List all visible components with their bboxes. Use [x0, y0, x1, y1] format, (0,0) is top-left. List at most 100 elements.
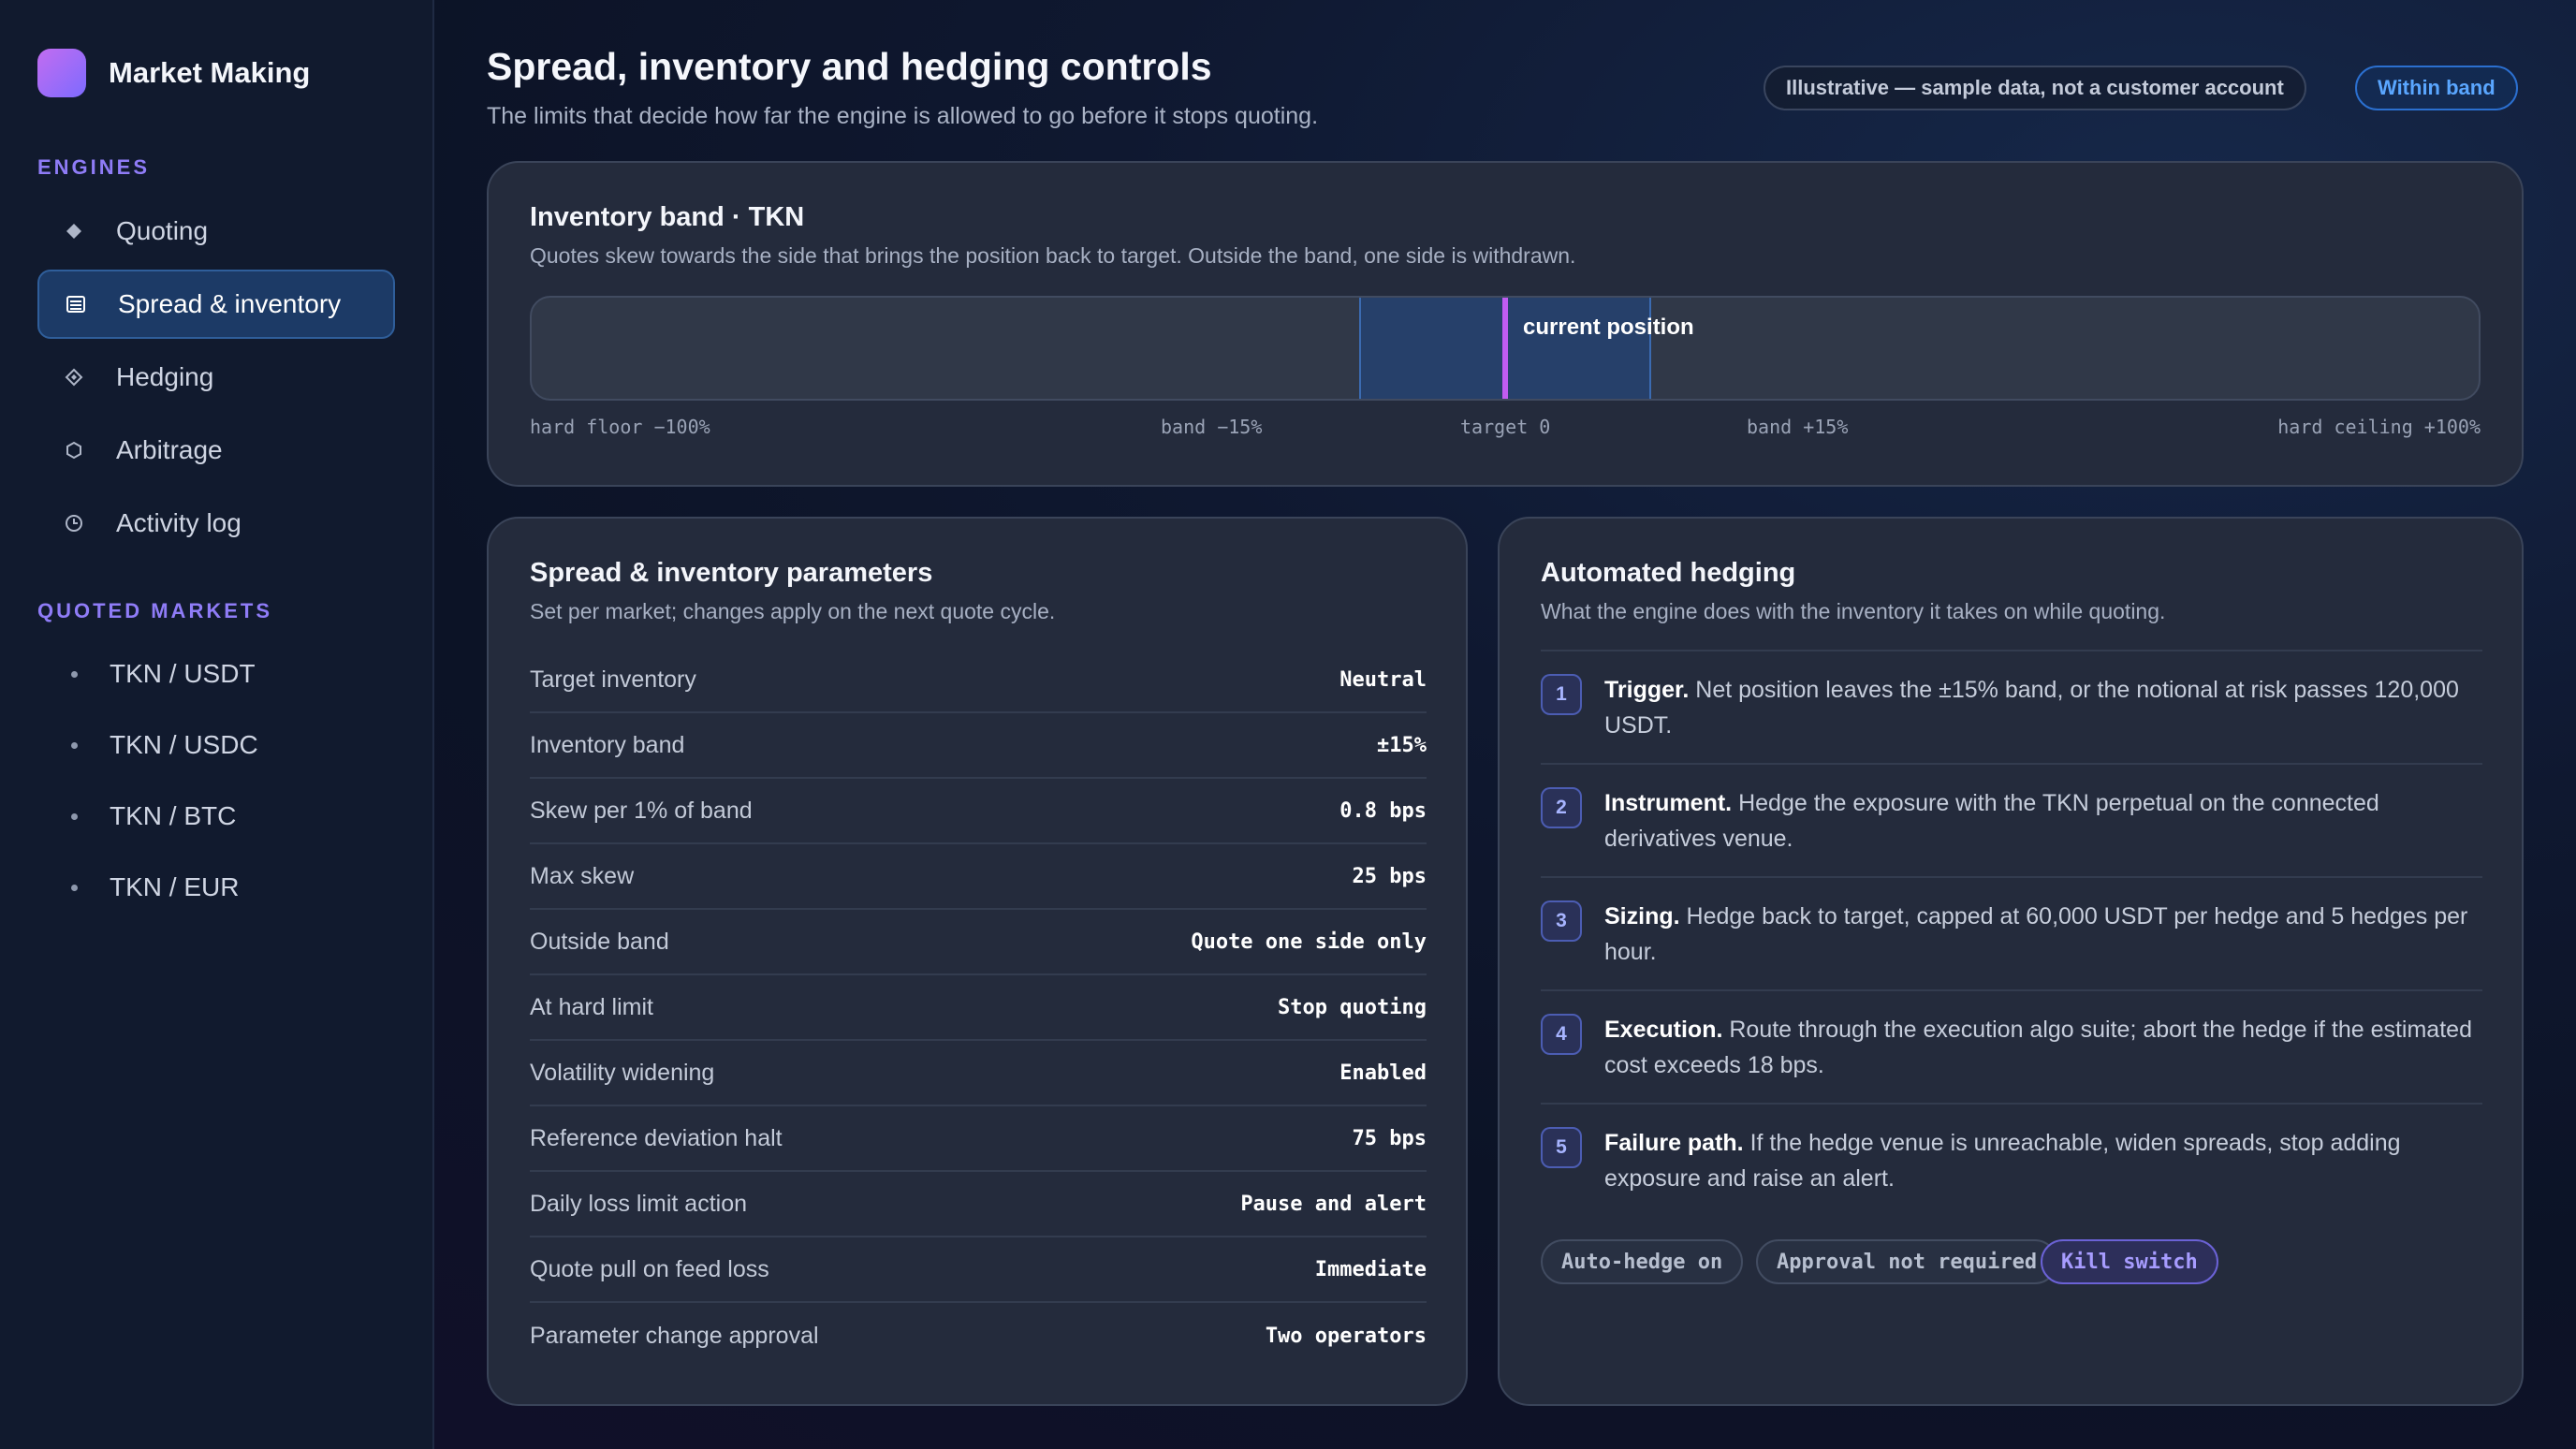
sidebar-item-label: TKN / USDC	[110, 730, 258, 759]
sidebar-item-arbitrage[interactable]: Arbitrage	[37, 416, 395, 485]
band-tick-band-high: band +15%	[1747, 416, 1849, 438]
param-label: Quote pull on feed loss	[530, 1255, 769, 1282]
step-body: Hedge back to target, capped at 60,000 U…	[1604, 903, 2468, 965]
param-value: Immediate	[1314, 1257, 1427, 1281]
step-heading: Failure path.	[1604, 1130, 1744, 1156]
parameters-card: Spread & inventory parameters Set per ma…	[487, 517, 1468, 1406]
sidebar-item-label: Hedging	[116, 362, 214, 391]
step-body: Route through the execution algo suite; …	[1604, 1017, 2472, 1078]
band-tick-target: target 0	[1460, 416, 1551, 438]
param-label: Volatility widening	[530, 1059, 715, 1086]
sidebar-item-market[interactable]: TKN / USDC	[37, 710, 395, 780]
hedging-step: 2 Instrument. Hedge the exposure with th…	[1541, 763, 2482, 856]
param-row-target-inventory: Target inventory Neutral	[530, 648, 1427, 713]
param-value: Stop quoting	[1278, 995, 1427, 1019]
inventory-band-card: Inventory band · TKN Quotes skew towards…	[487, 161, 2524, 487]
sidebar-item-label: TKN / USDT	[110, 659, 256, 688]
inventory-band-title: Inventory band · TKN	[530, 202, 805, 232]
param-value: Quote one side only	[1191, 929, 1427, 954]
sidebar-item-label: Quoting	[116, 216, 209, 245]
band-tick-ceiling: hard ceiling +100%	[2277, 416, 2481, 438]
step-text: Failure path. If the hedge venue is unre…	[1604, 1125, 2482, 1196]
param-row-daily-loss-limit: Daily loss limit action Pause and alert	[530, 1172, 1427, 1237]
auto-hedge-tag[interactable]: Auto-hedge on	[1541, 1239, 1744, 1284]
param-label: Daily loss limit action	[530, 1190, 748, 1217]
sidebar-item-quoting[interactable]: Quoting	[37, 197, 395, 266]
param-value: Pause and alert	[1240, 1192, 1427, 1216]
bullet-icon	[71, 812, 78, 820]
parameters-subtitle: Set per market; changes apply on the nex…	[530, 599, 1056, 623]
quoted-markets-section-label: QUOTED MARKETS	[37, 599, 272, 622]
bullet-icon	[71, 670, 78, 678]
step-number-badge: 1	[1541, 674, 1582, 715]
current-position-marker	[1502, 298, 1508, 399]
step-heading: Trigger.	[1604, 677, 1690, 703]
kill-switch-button[interactable]: Kill switch	[2041, 1239, 2218, 1284]
list-icon	[66, 294, 86, 315]
param-row-skew-per-band: Skew per 1% of band 0.8 bps	[530, 779, 1427, 844]
parameters-title: Spread & inventory parameters	[530, 558, 933, 588]
clock-icon	[64, 513, 84, 534]
band-tick-floor: hard floor −100%	[530, 416, 710, 438]
param-label: Reference deviation halt	[530, 1124, 783, 1151]
param-label: Target inventory	[530, 666, 696, 693]
step-text: Trigger. Net position leaves the ±15% ba…	[1604, 672, 2482, 743]
band-tick-band-low: band −15%	[1161, 416, 1263, 438]
param-row-quote-pull: Quote pull on feed loss Immediate	[530, 1237, 1427, 1303]
sidebar-item-spread-inventory[interactable]: Spread & inventory	[37, 270, 395, 339]
step-text: Instrument. Hedge the exposure with the …	[1604, 785, 2482, 856]
sidebar-item-label: Activity log	[116, 508, 242, 537]
param-label: Skew per 1% of band	[530, 797, 753, 824]
inventory-band-track: current position	[530, 296, 2481, 401]
sidebar-item-label: TKN / BTC	[110, 801, 237, 830]
step-number-badge: 2	[1541, 787, 1582, 828]
diamond-outline-icon	[64, 367, 84, 388]
param-label: Outside band	[530, 928, 669, 955]
status-badge: Within band	[2355, 66, 2518, 110]
sidebar-item-market[interactable]: TKN / USDT	[37, 639, 395, 709]
illustrative-data-badge: Illustrative — sample data, not a custom…	[1764, 66, 2306, 110]
brand-logo-icon	[37, 49, 86, 97]
step-heading: Sizing.	[1604, 903, 1680, 929]
param-value: Enabled	[1339, 1061, 1427, 1085]
sidebar-item-label: TKN / EUR	[110, 872, 240, 901]
current-position-label: current position	[1523, 315, 1694, 340]
param-value: 75 bps	[1352, 1126, 1427, 1150]
sidebar-item-hedging[interactable]: Hedging	[37, 343, 395, 412]
param-label: Parameter change approval	[530, 1322, 819, 1349]
sidebar-item-market[interactable]: TKN / EUR	[37, 853, 395, 922]
sidebar-item-market[interactable]: TKN / BTC	[37, 782, 395, 851]
hedging-step: 3 Sizing. Hedge back to target, capped a…	[1541, 876, 2482, 970]
hedging-step: 4 Execution. Route through the execution…	[1541, 989, 2482, 1083]
approval-tag[interactable]: Approval not required	[1756, 1239, 2058, 1284]
sidebar-item-label: Arbitrage	[116, 435, 223, 464]
step-number-badge: 5	[1541, 1127, 1582, 1168]
diamond-icon	[64, 221, 84, 242]
param-row-reference-deviation-halt: Reference deviation halt 75 bps	[530, 1106, 1427, 1172]
param-label: At hard limit	[530, 993, 653, 1020]
param-label: Inventory band	[530, 731, 685, 758]
hedging-step: 5 Failure path. If the hedge venue is un…	[1541, 1103, 2482, 1196]
bullet-icon	[71, 884, 78, 891]
param-value: 25 bps	[1352, 864, 1427, 888]
param-row-max-skew: Max skew 25 bps	[530, 844, 1427, 910]
param-row-inventory-band: Inventory band ±15%	[530, 713, 1427, 779]
param-value: ±15%	[1377, 733, 1427, 757]
hedging-subtitle: What the engine does with the inventory …	[1541, 599, 2166, 623]
param-row-outside-band: Outside band Quote one side only	[530, 910, 1427, 975]
hedging-step: 1 Trigger. Net position leaves the ±15% …	[1541, 650, 2482, 743]
brand[interactable]: Market Making	[37, 49, 310, 97]
param-row-volatility-widening: Volatility widening Enabled	[530, 1041, 1427, 1106]
hexagon-icon	[64, 440, 84, 461]
sidebar-item-activity-log[interactable]: Activity log	[37, 489, 395, 558]
param-value: 0.8 bps	[1339, 798, 1427, 823]
param-value: Two operators	[1265, 1324, 1427, 1348]
brand-name: Market Making	[109, 56, 311, 89]
step-number-badge: 3	[1541, 900, 1582, 942]
step-body: Net position leaves the ±15% band, or th…	[1604, 677, 2459, 739]
sidebar: Market Making ENGINES Quoting Spread & i…	[0, 0, 434, 1449]
bullet-icon	[71, 741, 78, 749]
param-label: Max skew	[530, 862, 635, 889]
inventory-band-subtitle: Quotes skew towards the side that brings…	[530, 243, 1576, 268]
page-subtitle: The limits that decide how far the engin…	[487, 103, 1319, 129]
